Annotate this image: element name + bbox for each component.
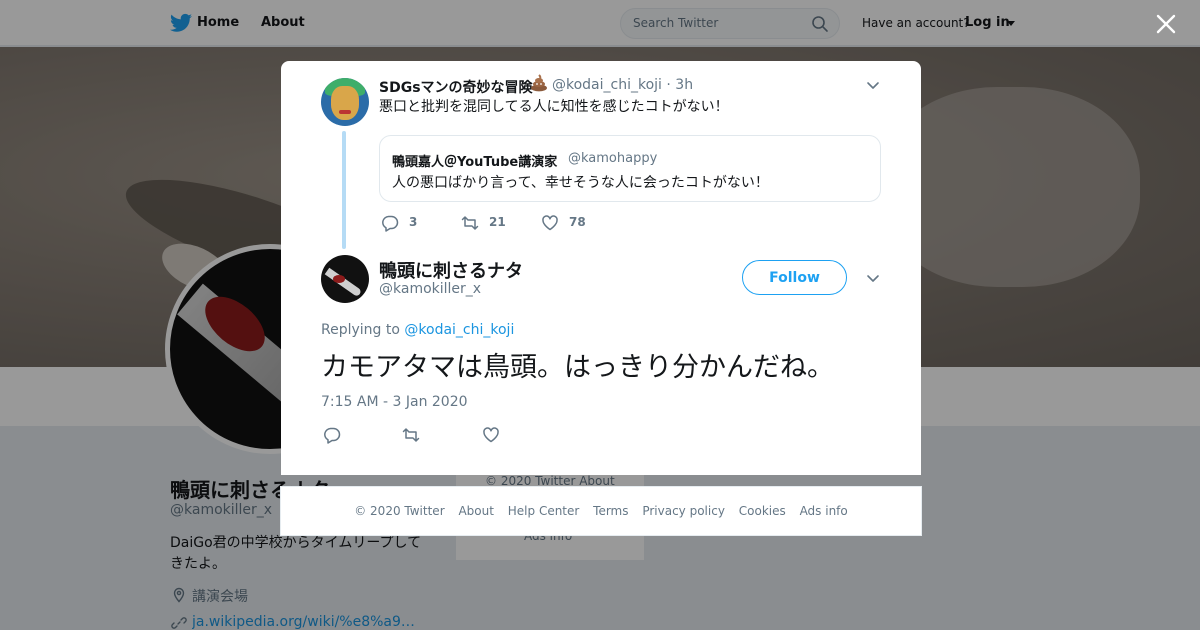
parent-tweet-avatar[interactable] (321, 78, 369, 126)
footer-link-ads-info[interactable]: Ads info (800, 504, 848, 518)
main-tweet-timestamp[interactable]: 7:15 AM - 3 Jan 2020 (321, 394, 468, 410)
parent-like-count: 78 (569, 215, 586, 229)
heart-icon[interactable] (482, 426, 500, 444)
replying-to-line: Replying to @kodai_chi_koji (321, 322, 514, 338)
close-icon[interactable] (1152, 10, 1180, 38)
replying-to-prefix: Replying to (321, 322, 405, 338)
quoted-tweet-author-name: 鴨頭嘉人＠YouTube講演家 (392, 155, 558, 170)
parent-tweet-author-name[interactable]: SDGsマンの奇妙な冒険 (379, 77, 533, 97)
reply-icon (382, 215, 399, 232)
chevron-down-icon[interactable] (865, 77, 881, 93)
parent-retweet-button[interactable]: 21 (461, 214, 521, 232)
main-tweet-author-name[interactable]: 鴨頭に刺さるナタ (379, 257, 523, 283)
footer-link-help-center[interactable]: Help Center (508, 504, 580, 518)
main-tweet-handle[interactable]: @kamokiller_x (379, 281, 481, 297)
chevron-down-icon[interactable] (865, 270, 881, 286)
footer-link-terms[interactable]: Terms (593, 504, 628, 518)
main-tweet-avatar[interactable] (321, 255, 369, 303)
replying-to-handle-link[interactable]: @kodai_chi_koji (404, 322, 514, 338)
footer-link-cookies[interactable]: Cookies (739, 504, 786, 518)
quoted-tweet-card[interactable]: 鴨頭嘉人＠YouTube講演家 @kamohappy 人の悪口ばかり言って、幸せ… (379, 135, 881, 202)
modal-footer: © 2020 Twitter About Help Center Terms P… (280, 486, 922, 536)
parent-retweet-count: 21 (489, 215, 506, 229)
poop-emoji-icon (531, 74, 547, 92)
heart-icon (542, 215, 558, 231)
footer-link-privacy[interactable]: Privacy policy (642, 504, 725, 518)
quoted-tweet-text: 人の悪口ばかり言って、幸せそうな人に会ったコトがない！ (392, 175, 769, 191)
parent-reply-button[interactable]: 3 (381, 214, 431, 232)
parent-reply-count: 3 (409, 215, 418, 229)
reply-icon[interactable] (323, 426, 341, 444)
footer-link-about[interactable]: About (458, 504, 493, 518)
retweet-icon (461, 216, 479, 230)
follow-button[interactable]: Follow (742, 260, 847, 295)
tweet-modal: SDGsマンの奇妙な冒険 @kodai_chi_koji · 3h 悪口と批判を… (281, 61, 921, 475)
footer-copyright: © 2020 Twitter (354, 504, 445, 518)
parent-tweet-handle-time[interactable]: @kodai_chi_koji · 3h (552, 77, 693, 93)
retweet-icon[interactable] (402, 426, 420, 444)
footer-links: © 2020 Twitter About Help Center Terms P… (281, 504, 921, 518)
parent-like-button[interactable]: 78 (541, 214, 601, 232)
quoted-tweet-handle: @kamohappy (568, 151, 658, 166)
thread-connector-line (342, 131, 346, 249)
main-tweet-text: カモアタマは鳥頭。はっきり分かんだね。 (321, 352, 834, 383)
parent-tweet-text: 悪口と批判を混同してる人に知性を感じたコトがない！ (379, 99, 729, 115)
